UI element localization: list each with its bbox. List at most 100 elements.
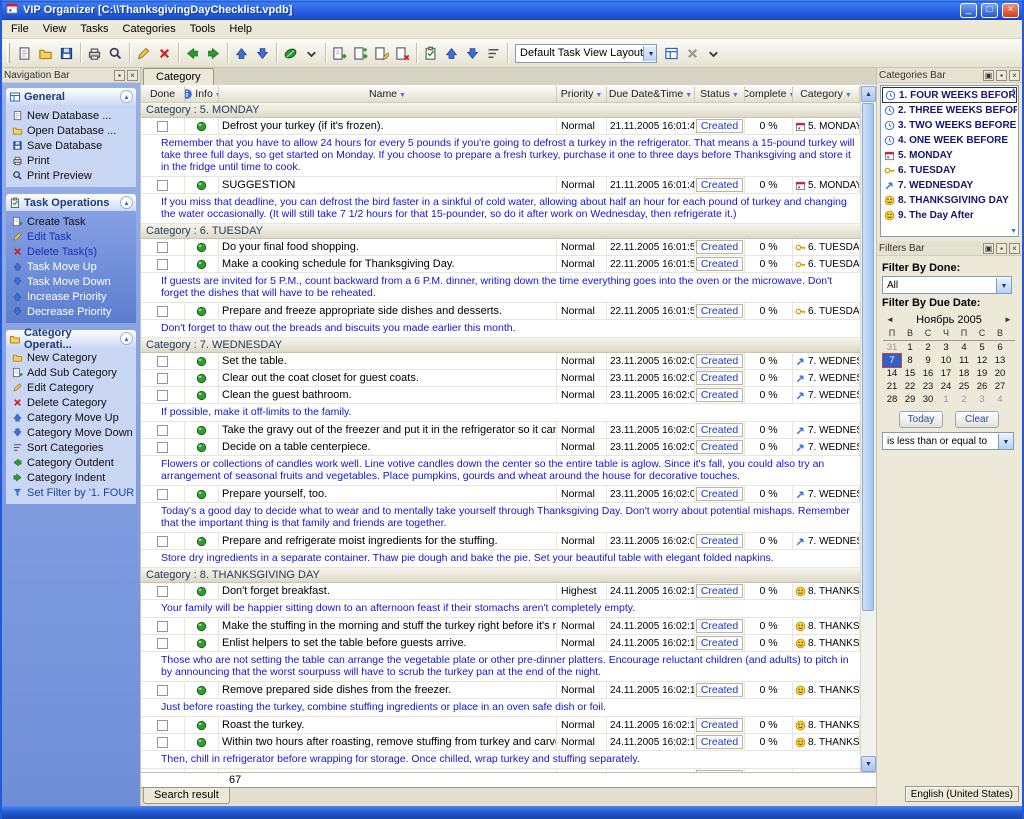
- calendar-day[interactable]: 21: [883, 380, 901, 393]
- calendar-day[interactable]: 12: [973, 354, 991, 367]
- nav-item-decrease-priority[interactable]: Decrease Priority: [8, 304, 134, 319]
- calendar-day[interactable]: 3: [973, 393, 991, 406]
- calendar-day[interactable]: 24: [937, 380, 955, 393]
- category-item-3-two-weeks-before[interactable]: 3. TWO WEEKS BEFORE: [882, 118, 1017, 133]
- calendar-day[interactable]: 16: [919, 367, 937, 380]
- calendar-day[interactable]: 20: [991, 367, 1009, 380]
- task-row[interactable]: Don't forget breakfast.Highest24.11.2005…: [141, 583, 860, 600]
- task-view-button[interactable]: [280, 42, 301, 64]
- toolbar-options-button[interactable]: [703, 42, 724, 64]
- calendar-day[interactable]: 6: [991, 341, 1009, 354]
- tab-category[interactable]: Category: [143, 68, 214, 85]
- forward-button[interactable]: [203, 42, 224, 64]
- menu-tools[interactable]: Tools: [183, 21, 223, 37]
- task-row[interactable]: Clear out the coat closet for guest coat…: [141, 370, 860, 387]
- task-row[interactable]: Clean the guest bathroom.Normal23.11.200…: [141, 387, 860, 404]
- list-scroll-down-icon[interactable]: [1010, 228, 1017, 235]
- task-row[interactable]: Remove prepared side dishes from the fre…: [141, 682, 860, 699]
- menu-tasks[interactable]: Tasks: [73, 21, 115, 37]
- calendar-day[interactable]: 11: [955, 354, 973, 367]
- calendar-day[interactable]: 27: [991, 380, 1009, 393]
- task-move-down-button[interactable]: [462, 42, 483, 64]
- calendar-day[interactable]: 29: [901, 393, 919, 406]
- menu-categories[interactable]: Categories: [116, 21, 183, 37]
- task-checkbox[interactable]: [157, 180, 168, 191]
- today-button[interactable]: Today: [899, 411, 943, 428]
- scroll-up-icon[interactable]: [861, 86, 876, 102]
- list-scroll-up-icon[interactable]: [1010, 87, 1017, 94]
- calendar-day[interactable]: 19: [973, 367, 991, 380]
- task-checkbox[interactable]: [157, 259, 168, 270]
- nav-item-sort-categories[interactable]: Sort Categories: [8, 440, 134, 455]
- chevron-up-icon[interactable]: [120, 196, 133, 209]
- task-row[interactable]: Defrost your turkey (if it's frozen).Nor…: [141, 118, 860, 135]
- nav-item-increase-priority[interactable]: Increase Priority: [8, 289, 134, 304]
- category-item-5-monday[interactable]: 5. MONDAY: [882, 148, 1017, 163]
- task-checkbox[interactable]: [157, 685, 168, 696]
- calendar-day[interactable]: 10: [937, 354, 955, 367]
- task-checkbox[interactable]: [157, 586, 168, 597]
- calendar-day[interactable]: 25: [955, 380, 973, 393]
- calendar-day[interactable]: 1: [901, 341, 919, 354]
- task-checkbox[interactable]: [157, 390, 168, 401]
- task-row[interactable]: Within two hours after roasting, remove …: [141, 734, 860, 751]
- title-bar[interactable]: VIP Organizer [C:\\ThanksgivingDayCheckl…: [2, 0, 1022, 20]
- nav-item-set-filter-by-1-four-we[interactable]: Set Filter by '1. FOUR WE...: [8, 485, 134, 500]
- nav-item-category-indent[interactable]: Category Indent: [8, 470, 134, 485]
- nav-item-delete-category[interactable]: Delete Category: [8, 395, 134, 410]
- due-date-comparison-select[interactable]: is less than or equal to: [882, 432, 1014, 450]
- calendar-day[interactable]: 18: [955, 367, 973, 380]
- column-header-priority[interactable]: Priority: [557, 86, 607, 103]
- nav-item-new-category[interactable]: New Category: [8, 350, 134, 365]
- nav-item-print[interactable]: Print: [8, 153, 134, 168]
- calendar-day[interactable]: 28: [883, 393, 901, 406]
- back-button[interactable]: [182, 42, 203, 64]
- calendar-day[interactable]: 9: [919, 354, 937, 367]
- close-icon[interactable]: [127, 70, 138, 81]
- nav-section-header[interactable]: General: [6, 88, 136, 105]
- task-checkbox[interactable]: [157, 306, 168, 317]
- chevron-down-icon[interactable]: [998, 434, 1013, 449]
- category-item-2-three-weeks-before[interactable]: 2. THREE WEEKS BEFORE: [882, 103, 1017, 118]
- calendar-day[interactable]: 14: [883, 367, 901, 380]
- category-item-1-four-weeks-before[interactable]: 1. FOUR WEEKS BEFORE: [882, 87, 1017, 103]
- column-header-due-date-time[interactable]: Due Date&Time: [607, 86, 695, 103]
- task-checkbox[interactable]: [157, 242, 168, 253]
- calendar-day[interactable]: 31: [883, 341, 901, 354]
- filter-by-done-select[interactable]: All: [882, 276, 1012, 294]
- close-icon[interactable]: [1009, 70, 1020, 81]
- nav-item-edit-category[interactable]: Edit Category: [8, 380, 134, 395]
- chevron-down-icon[interactable]: [643, 46, 657, 61]
- calendar-day[interactable]: 17: [937, 367, 955, 380]
- scroll-down-icon[interactable]: [861, 756, 876, 772]
- create-task-button[interactable]: [329, 42, 350, 64]
- add-sub-task-button[interactable]: [350, 42, 371, 64]
- customize-layout-button[interactable]: [661, 42, 682, 64]
- calendar-day[interactable]: 3: [937, 341, 955, 354]
- task-row[interactable]: SUGGESTIONNormal21.11.2005 16:01:47Creat…: [141, 177, 860, 194]
- column-header-name[interactable]: Name: [219, 86, 557, 103]
- task-move-up-button[interactable]: [441, 42, 462, 64]
- task-row[interactable]: Set the table.Normal23.11.2005 16:02:05C…: [141, 353, 860, 370]
- layout-combo[interactable]: Default Task View Layout: [515, 44, 657, 63]
- close-icon[interactable]: [1009, 243, 1020, 254]
- task-row[interactable]: Prepare and freeze appropriate side dish…: [141, 303, 860, 320]
- column-header-category[interactable]: Category: [793, 86, 860, 103]
- column-header-info[interactable]: Info: [185, 86, 219, 103]
- pin-icon[interactable]: [996, 243, 1007, 254]
- filter-dropdown-icon[interactable]: [685, 88, 692, 100]
- calendar-day[interactable]: 7: [883, 354, 901, 367]
- task-row[interactable]: Decide on a table centerpiece.Normal23.1…: [141, 439, 860, 456]
- column-header-complete[interactable]: Complete: [745, 86, 793, 103]
- task-checkbox[interactable]: [157, 737, 168, 748]
- task-row[interactable]: Enlist helpers to set the table before g…: [141, 635, 860, 652]
- pin-icon[interactable]: [996, 70, 1007, 81]
- delete-task-button[interactable]: [392, 42, 413, 64]
- calendar-day[interactable]: 2: [955, 393, 973, 406]
- move-up-button[interactable]: [231, 42, 252, 64]
- menu-help[interactable]: Help: [222, 21, 259, 37]
- scrollbar-thumb[interactable]: [862, 103, 874, 611]
- category-group-header[interactable]: Category : 7. WEDNESDAY: [141, 338, 860, 353]
- filter-dropdown-icon[interactable]: [595, 88, 602, 100]
- clear-button[interactable]: Clear: [955, 411, 999, 428]
